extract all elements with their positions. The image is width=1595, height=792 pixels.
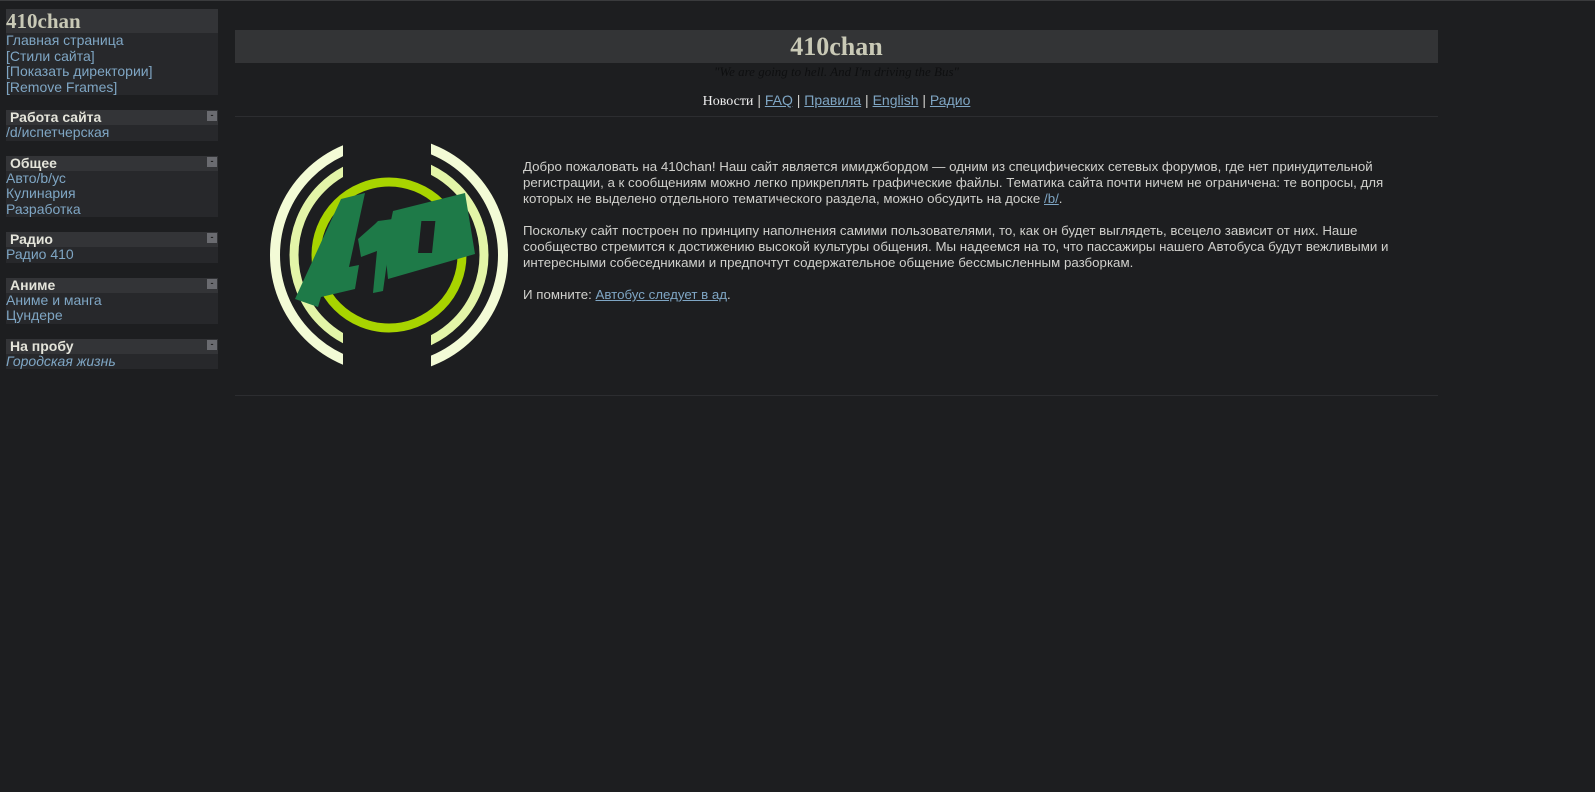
board-link[interactable]: Аниме и манга [6, 292, 218, 309]
board-link[interactable]: /d/испетчерская [6, 124, 218, 141]
nav-news: Новости [702, 94, 754, 109]
section-title: Общее [10, 154, 57, 171]
minimize-button[interactable]: - [207, 156, 217, 167]
slogan: "We are going to hell. And I'm driving t… [713, 64, 960, 79]
section-anime: Аниме - Аниме и манга Цундере [6, 276, 218, 324]
sidebar-title: 410chan [6, 9, 218, 33]
bus-to-hell-link[interactable]: Автобус следует в ад [595, 287, 727, 302]
nav-separator: | [861, 92, 873, 108]
minimize-button[interactable]: - [207, 233, 217, 243]
logo-410 [270, 139, 508, 371]
board-link[interactable]: Цундере [6, 307, 218, 324]
section-title: На пробу [10, 337, 74, 354]
remove-frames-link[interactable]: [Remove Frames] [6, 79, 218, 96]
board-link[interactable]: Разработка [6, 201, 218, 218]
nav-faq[interactable]: FAQ [765, 92, 793, 108]
nav-radio[interactable]: Радио [930, 92, 970, 108]
remember-paragraph: И помните: Автобус следует в ад. [523, 287, 731, 302]
divider [235, 395, 1438, 396]
section-site-work: Работа сайта - /d/испетчерская [6, 110, 218, 141]
welcome-text: Добро пожаловать на 410chan! Наш сайт яв… [523, 159, 1433, 319]
section-trial: На пробу - Городская жизнь [6, 337, 218, 370]
main-content: 410chan "We are going to hell. And I'm d… [235, 30, 1438, 396]
sidebar-top: 410chan Главная страница [Стили сайта] [… [6, 9, 218, 95]
home-link[interactable]: Главная страница [6, 32, 218, 49]
nav-rules[interactable]: Правила [804, 92, 861, 108]
board-link[interactable]: Авто/b/ус [6, 170, 218, 187]
minimize-button[interactable]: - [207, 339, 217, 350]
nav-separator: | [753, 92, 765, 108]
board-link[interactable]: Кулинария [6, 185, 218, 202]
community-paragraph: Поскольку сайт построен по принципу напо… [523, 223, 1389, 270]
nav-separator: | [792, 92, 805, 108]
minimize-button[interactable]: - [207, 278, 217, 289]
section-title: Работа сайта [10, 109, 102, 125]
welcome-paragraph: Добро пожаловать на 410chan! Наш сайт яв… [523, 159, 1384, 206]
section-general: Общее - Авто/b/ус Кулинария Разработка [6, 154, 218, 218]
nav-separator: | [918, 92, 930, 108]
styles-link[interactable]: [Стили сайта] [6, 48, 218, 65]
section-title: Аниме [10, 276, 56, 293]
nav-english[interactable]: English [873, 92, 919, 108]
board-link[interactable]: Радио 410 [6, 246, 218, 263]
b-board-link[interactable]: /b/ [1044, 191, 1059, 206]
board-link[interactable]: Городская жизнь [6, 353, 218, 370]
section-radio: Радио - Радио 410 [6, 232, 218, 263]
show-dirs-link[interactable]: [Показать директории] [6, 63, 218, 80]
page-title: 410chan [235, 30, 1438, 63]
top-nav: Новости | FAQ | Правила | English | Ради… [235, 92, 1438, 110]
section-title: Радио [10, 231, 53, 247]
minimize-button[interactable]: - [207, 111, 217, 121]
sidebar: 410chan Главная страница [Стили сайта] [… [6, 9, 218, 369]
